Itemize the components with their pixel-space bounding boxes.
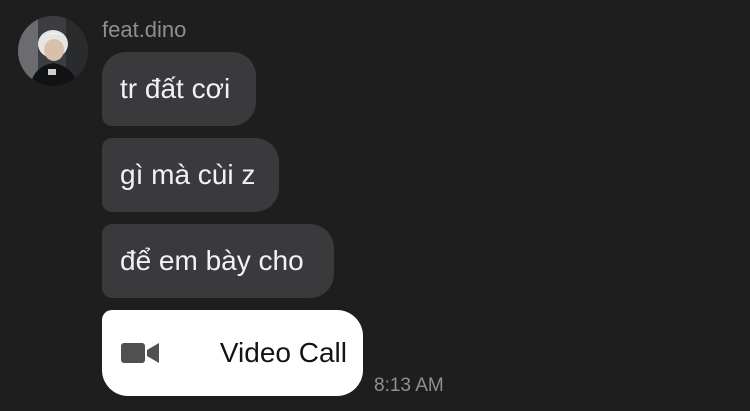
sender-name: feat.dino <box>102 17 187 42</box>
message-bubble[interactable]: tr đất cơi <box>102 52 256 126</box>
chat-thread: feat.dino tr đất cơi gì mà cùi z để em b… <box>0 0 750 411</box>
profile-photo-icon <box>18 16 88 86</box>
video-call-label: Video Call <box>219 337 347 368</box>
message-timestamp: 8:13 AM <box>374 375 444 396</box>
message-bubble[interactable]: gì mà cùi z <box>102 138 279 212</box>
video-camera-icon <box>120 340 160 366</box>
video-call-button[interactable]: Video Call <box>102 310 363 396</box>
avatar[interactable] <box>18 16 88 86</box>
message-bubble[interactable]: để em bày cho <box>102 224 334 298</box>
